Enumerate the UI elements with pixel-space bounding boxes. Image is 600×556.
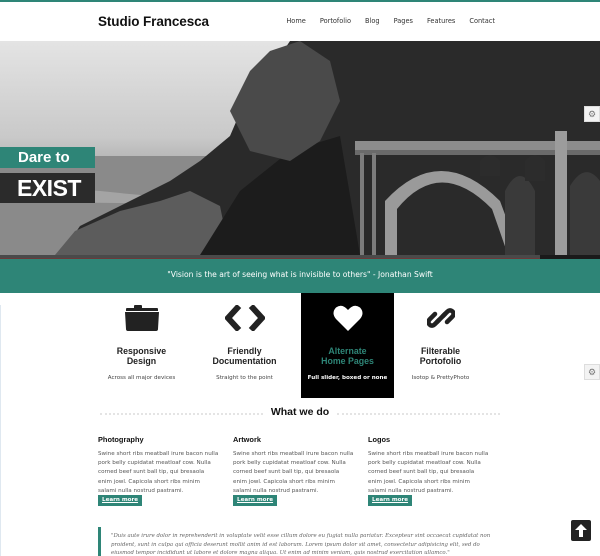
testimonial-text: "Duis aute irure dolor in reprehenderit …: [111, 533, 491, 556]
feature-subtitle: Straight to the point: [216, 375, 273, 381]
nav-features[interactable]: Features: [427, 17, 455, 25]
bridge-pier: [372, 153, 376, 255]
feature-title-line2: Documentation: [212, 356, 277, 366]
gear-icon: ⚙: [587, 366, 597, 377]
learn-more-button[interactable]: Learn more: [233, 495, 278, 506]
hero-caption-line1: Dare to: [0, 147, 95, 168]
feature-subtitle: Across all major devices: [107, 375, 176, 381]
feature-responsive-design[interactable]: Responsive Design Across all major device…: [95, 293, 188, 398]
nav-pages[interactable]: Pages: [394, 17, 413, 25]
quote-band: "Vision is the art of seeing what is inv…: [0, 259, 600, 293]
nav-portofolio[interactable]: Portofolio: [320, 17, 351, 25]
learn-more-button[interactable]: Learn more: [368, 495, 413, 506]
site-header: Studio Francesca Home Portofolio Blog Pa…: [0, 2, 600, 41]
service-artwork: Artwork Swine short ribs meatball irure …: [233, 435, 354, 506]
nav-contact[interactable]: Contact: [469, 17, 495, 25]
bridge-pillar: [555, 131, 567, 255]
nav-home[interactable]: Home: [286, 17, 305, 25]
service-title: Logos: [368, 435, 391, 444]
feature-title-line2: Home Pages: [321, 356, 374, 366]
bridge-small-arch: [525, 155, 545, 181]
bridge-small-arch: [505, 176, 535, 255]
divider-right: [337, 413, 500, 415]
gear-icon: ⚙: [587, 108, 597, 119]
feature-title-line1: Friendly: [227, 346, 262, 356]
bridge-small-arch: [570, 172, 600, 255]
feature-title-line2: Portofolio: [419, 356, 462, 366]
settings-gear-button-2[interactable]: ⚙: [584, 364, 600, 380]
feature-filterable-portofolio[interactable]: Filterable Portofolio Isotop & PrettyPhot…: [394, 293, 487, 398]
link-icon: [426, 308, 455, 328]
service-photography: Photography Swine short ribs meatball ir…: [98, 435, 219, 506]
back-to-top-button[interactable]: [571, 520, 591, 541]
service-title: Artwork: [233, 435, 261, 444]
service-body: Swine short ribs meatball irure bacon nu…: [368, 451, 489, 494]
features-row: Responsive Design Across all major device…: [95, 293, 490, 398]
feature-subtitle: Full slider, boxed or none: [307, 375, 388, 381]
feature-alternate-home-pages[interactable]: Alternate Home Pages Full slider, boxed o…: [301, 293, 394, 398]
feature-title-line1: Filterable: [420, 346, 461, 356]
feature-friendly-documentation[interactable]: Friendly Documentation Straight to the po…: [198, 293, 291, 398]
service-body: Swine short ribs meatball irure bacon nu…: [233, 451, 354, 494]
code-icon: [224, 305, 265, 331]
settings-gear-button[interactable]: ⚙: [584, 106, 600, 122]
learn-more-button[interactable]: Learn more: [98, 495, 143, 506]
service-logos: Logos Swine short ribs meatball irure ba…: [368, 435, 489, 506]
service-title: Photography: [98, 435, 144, 444]
main-nav: Home Portofolio Blog Pages Features Cont…: [272, 17, 495, 25]
feature-title-line1: Responsive: [116, 346, 167, 356]
quote-text: "Vision is the art of seeing what is inv…: [167, 270, 433, 279]
feature-title-line2: Design: [126, 356, 157, 366]
feature-title-line1: Alternate: [328, 346, 367, 356]
what-we-do-heading: What we do: [100, 406, 500, 420]
left-border: [0, 305, 1, 556]
heart-icon: [333, 305, 362, 331]
site-logo[interactable]: Studio Francesca: [98, 14, 209, 29]
arrow-up-icon: [575, 524, 587, 537]
hero-caption-line2: EXIST: [0, 173, 95, 203]
testimonial-quote: "Duis aute irure dolor in reprehenderit …: [98, 527, 503, 556]
bridge-pier: [360, 153, 364, 255]
service-body: Swine short ribs meatball irure bacon nu…: [98, 451, 219, 494]
section-heading-text: What we do: [270, 406, 330, 418]
folder-icon: [124, 305, 159, 331]
hero-slider[interactable]: Dare to EXIST: [0, 41, 600, 255]
nav-blog[interactable]: Blog: [365, 17, 380, 25]
services-columns: Photography Swine short ribs meatball ir…: [98, 435, 503, 506]
feature-subtitle: Isotop & PrettyPhoto: [411, 375, 470, 381]
bridge-small-arch: [480, 155, 500, 176]
